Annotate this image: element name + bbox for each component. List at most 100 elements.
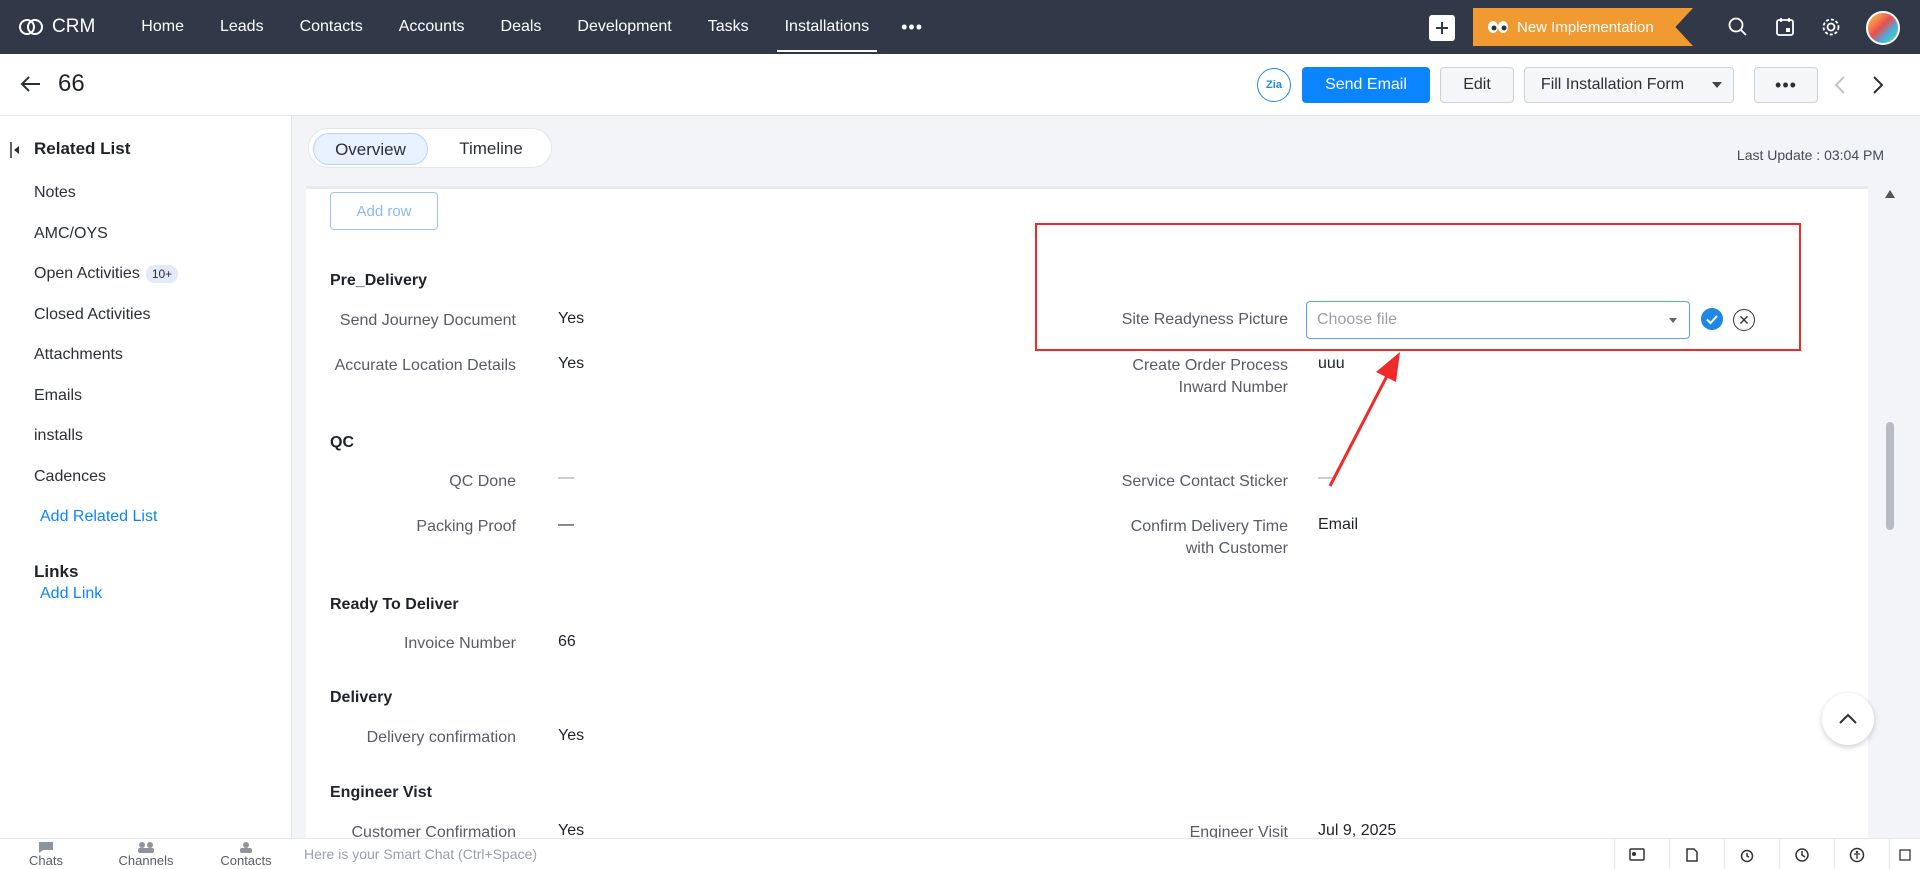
field-label-line: Inward Number	[1178, 379, 1288, 396]
back-arrow-icon[interactable]	[20, 73, 42, 95]
section-ready-to-deliver: Ready To Deliver	[330, 596, 459, 613]
field-label: Accurate Location Details	[334, 357, 516, 374]
section-pre-delivery: Pre_Delivery	[330, 272, 427, 289]
more-actions-button[interactable]: •••	[1754, 67, 1818, 103]
add-link-link[interactable]: Add Link	[40, 585, 102, 603]
section-delivery: Delivery	[330, 689, 393, 706]
sidebar-item-notes[interactable]: Notes	[34, 184, 76, 202]
channels-button[interactable]: Channels	[116, 841, 176, 868]
field-value: Yes	[558, 355, 585, 372]
field-label: QC Done	[449, 473, 516, 490]
vertical-scrollbar[interactable]	[1882, 186, 1898, 838]
chevron-up-icon	[1839, 713, 1857, 724]
tab-timeline[interactable]: Timeline	[439, 133, 543, 165]
field-label-line: Create Order Process	[1132, 357, 1288, 374]
new-implementation-banner[interactable]: New Implementation	[1473, 8, 1693, 46]
tab-overview[interactable]: Overview	[313, 133, 428, 165]
quick-create-plus-icon[interactable]	[1429, 15, 1455, 41]
chats-label: Chats	[29, 853, 63, 868]
field-value: 66	[558, 633, 576, 650]
section-engineer-visit: Engineer Vist	[330, 784, 432, 801]
top-navigation: CRM Home Leads Contacts Accounts Deals D…	[0, 0, 1920, 54]
screen-share-icon[interactable]	[1614, 839, 1658, 869]
fill-form-dropdown-button[interactable]	[1700, 67, 1734, 103]
smart-chat-input[interactable]: Here is your Smart Chat (Ctrl+Space)	[304, 846, 537, 862]
field-label: Create Order Process Inward Number	[968, 355, 1288, 399]
calendar-icon[interactable]	[1774, 16, 1796, 38]
user-avatar[interactable]	[1866, 11, 1900, 45]
field-value: Email	[1318, 516, 1359, 533]
contacts-label: Contacts	[220, 853, 272, 868]
panel-toggle-icon[interactable]	[1889, 839, 1920, 869]
collapse-sidebar-icon[interactable]	[10, 142, 20, 158]
record-header: 66 Zia Send Email Edit Fill Installation…	[0, 54, 1920, 116]
module-tabs: Home Leads Contacts Accounts Deals Devel…	[123, 0, 923, 54]
app-name: CRM	[52, 16, 96, 37]
field-label: Customer Confirmation	[351, 824, 517, 838]
next-record-icon[interactable]	[1872, 76, 1884, 94]
related-list-title: Related List	[34, 139, 131, 158]
new-implementation-label: New Implementation	[1517, 18, 1654, 36]
accessibility-icon[interactable]	[1834, 839, 1878, 869]
sidebar-item-cadences[interactable]: Cadences	[34, 468, 106, 486]
field-label: Invoice Number	[403, 635, 516, 652]
send-email-button[interactable]: Send Email	[1302, 67, 1430, 103]
field-label: Engineer Visit	[1189, 824, 1288, 838]
tab-deals[interactable]: Deals	[483, 0, 560, 54]
crm-logo[interactable]: CRM	[18, 16, 95, 38]
scroll-to-top-button[interactable]	[1822, 693, 1874, 745]
field-value: Yes	[558, 310, 585, 327]
chat-bubble-icon	[39, 842, 53, 853]
field-label: Confirm Delivery Time with Customer	[968, 516, 1288, 560]
tab-tasks[interactable]: Tasks	[690, 0, 767, 54]
field-label: Delivery confirmation	[366, 729, 516, 746]
fill-installation-form-button[interactable]: Fill Installation Form	[1524, 67, 1701, 103]
field-value: —	[558, 469, 574, 486]
sidebar-item-closed-activities[interactable]: Closed Activities	[34, 306, 151, 324]
field-value: Yes	[558, 727, 585, 744]
section-qc: QC	[330, 434, 354, 451]
tab-contacts[interactable]: Contacts	[282, 0, 381, 54]
sidebar-item-label: Open Activities	[34, 265, 140, 283]
contacts-button[interactable]: Contacts	[216, 841, 276, 868]
field-label-line: with Customer	[1185, 540, 1288, 557]
gear-icon[interactable]	[1820, 16, 1842, 38]
field-value: Jul 9, 2025	[1318, 822, 1397, 838]
more-modules-icon[interactable]: •••	[901, 17, 923, 38]
eyes-emoji-icon	[1488, 21, 1508, 33]
zia-icon[interactable]: Zia	[1257, 68, 1291, 102]
sidebar-item-installs[interactable]: installs	[34, 427, 83, 445]
annotation-arrow-icon	[1328, 352, 1400, 487]
chats-button[interactable]: Chats	[16, 841, 76, 868]
links-title: Links	[34, 562, 79, 581]
field-label: Send Journey Document	[339, 312, 516, 329]
search-icon[interactable]	[1727, 16, 1749, 38]
document-icon[interactable]	[1669, 839, 1713, 869]
scrollbar-thumb[interactable]	[1886, 422, 1894, 530]
chevron-down-icon	[1711, 82, 1722, 88]
person-icon	[240, 842, 252, 853]
group-icon	[138, 842, 154, 853]
sidebar-item-amc-oys[interactable]: AMC/OYS	[34, 225, 108, 243]
tab-home[interactable]: Home	[123, 0, 202, 54]
tab-development[interactable]: Development	[559, 0, 689, 54]
add-row-button[interactable]: Add row	[330, 192, 438, 230]
alarm-clock-icon[interactable]	[1724, 839, 1768, 869]
add-related-list-link[interactable]: Add Related List	[40, 508, 157, 526]
sidebar-item-emails[interactable]: Emails	[34, 387, 82, 405]
scroll-up-arrow-icon[interactable]	[1885, 190, 1895, 198]
sidebar-item-attachments[interactable]: Attachments	[34, 346, 123, 364]
channels-label: Channels	[118, 853, 174, 868]
tab-accounts[interactable]: Accounts	[381, 0, 483, 54]
field-label: Packing Proof	[416, 518, 516, 535]
field-value: —	[558, 516, 574, 533]
previous-record-icon[interactable]	[1834, 76, 1846, 94]
sidebar-item-open-activities[interactable]: Open Activities 10+	[34, 265, 179, 283]
tab-installations[interactable]: Installations	[767, 0, 888, 54]
edit-button[interactable]: Edit	[1440, 67, 1514, 103]
record-title: 66	[58, 70, 85, 97]
last-update-text: Last Update : 03:04 PM	[1736, 147, 1884, 163]
history-icon[interactable]	[1779, 839, 1823, 869]
tab-leads[interactable]: Leads	[202, 0, 282, 54]
related-list-sidebar: Related List Notes AMC/OYS Open Activiti…	[0, 116, 292, 838]
